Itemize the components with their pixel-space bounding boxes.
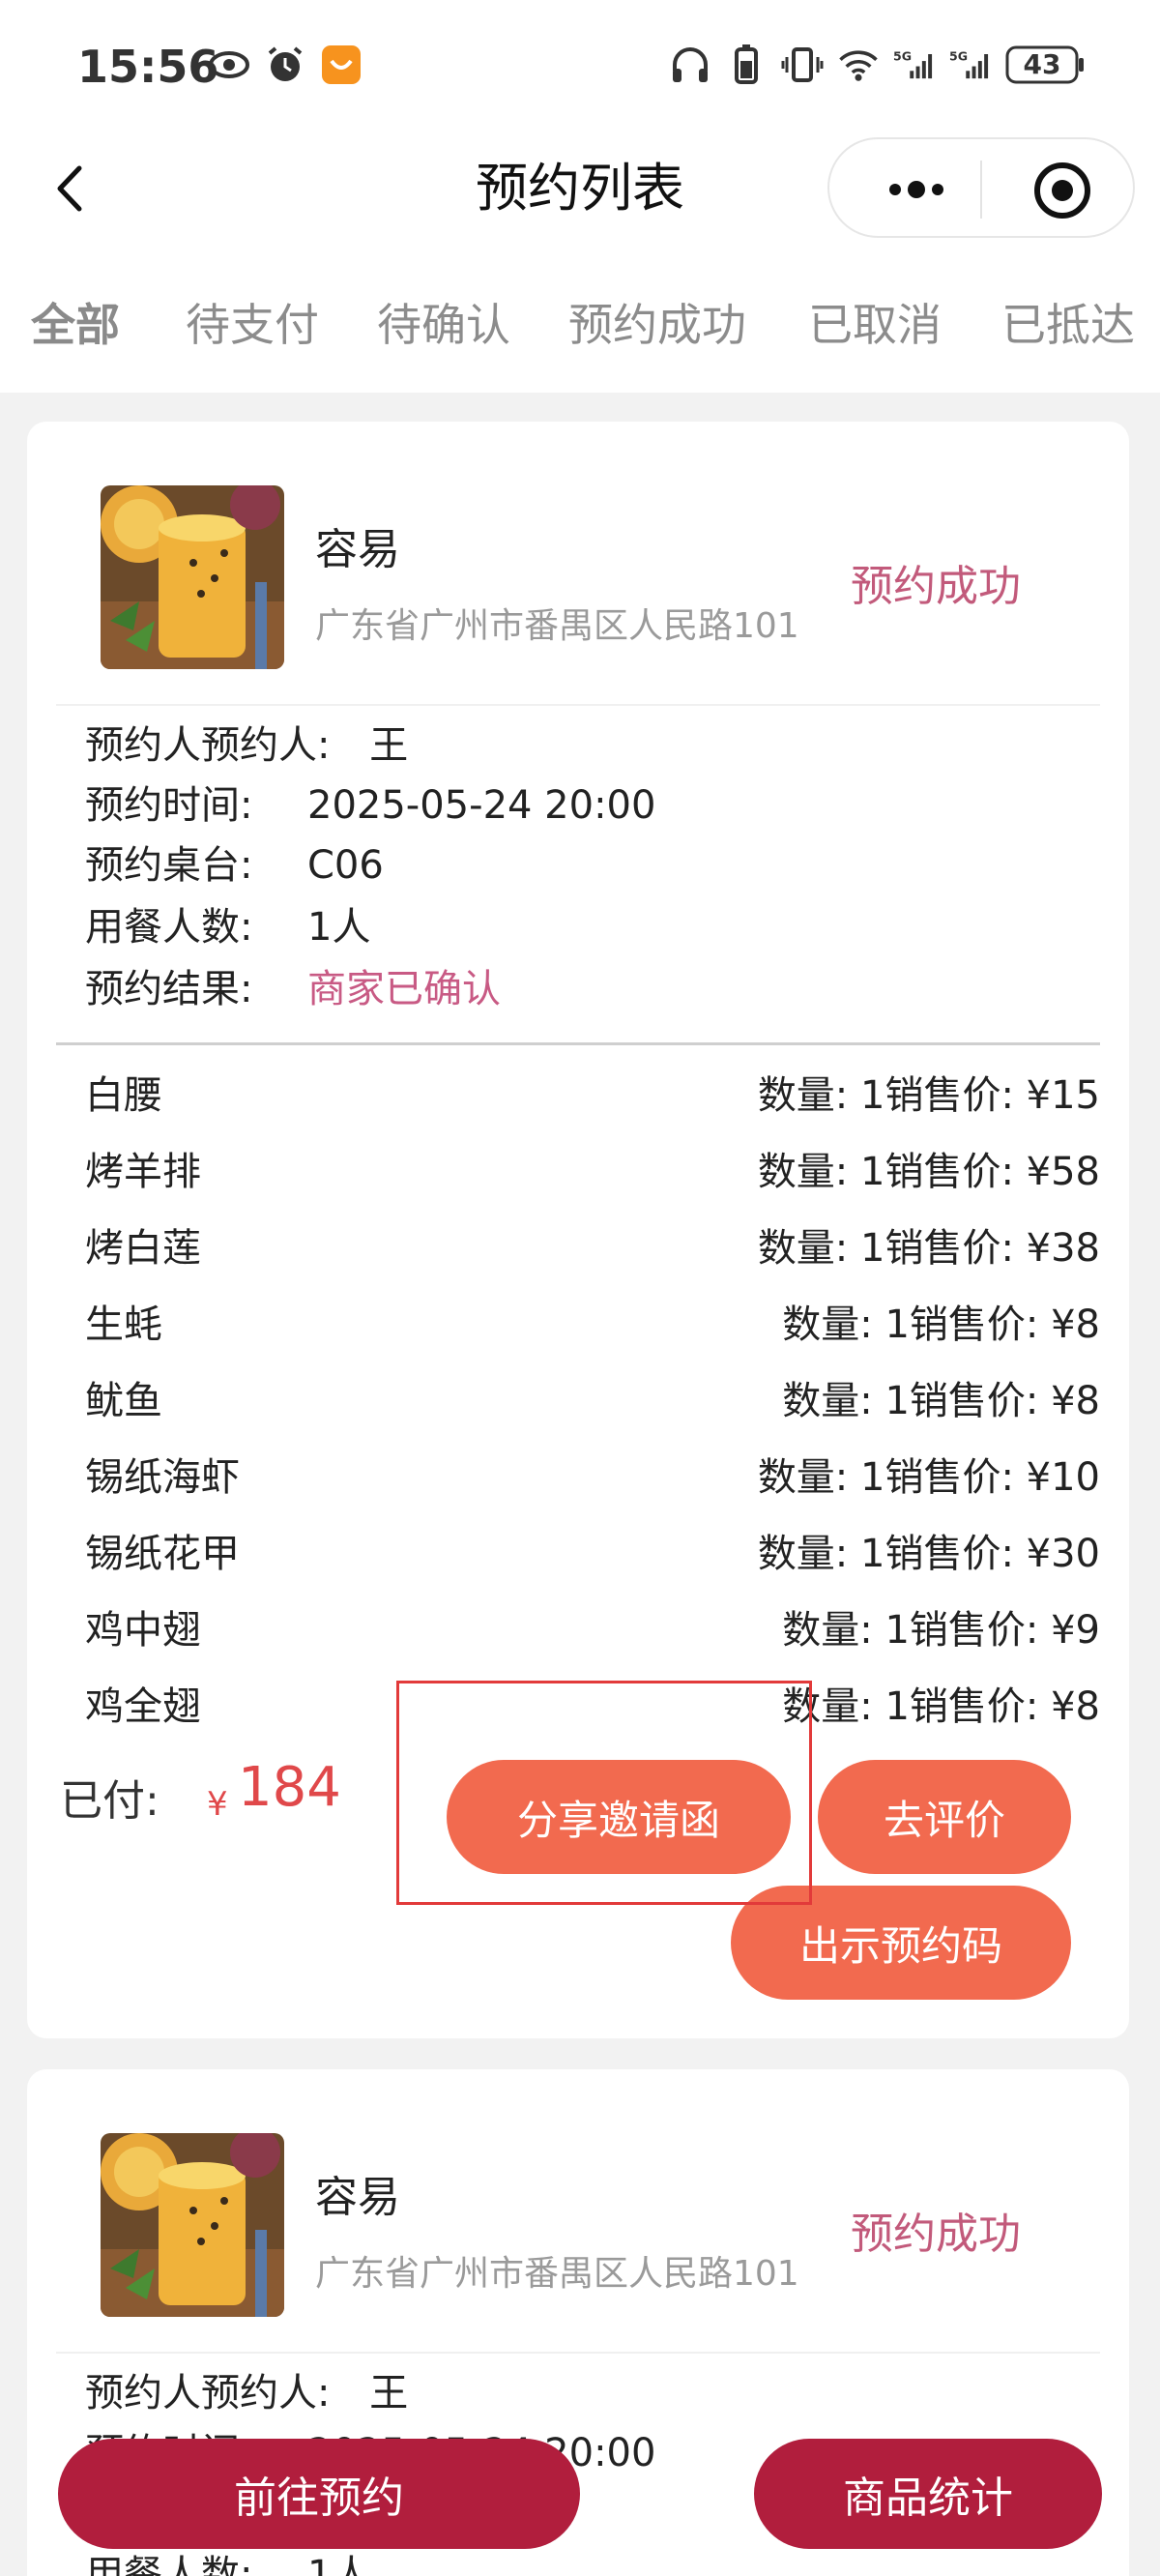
tab-all[interactable]: 全部 [31,290,120,354]
result-value: 商家已确认 [307,967,501,1011]
close-target-icon[interactable] [1030,159,1094,222]
battery-saver-icon [725,44,768,86]
table-value: C06 [307,843,384,888]
item-name: 生蚝 [85,1303,162,1347]
item-quantity-price: 数量: 1销售价: ¥9 [782,1608,1100,1653]
item-quantity-price: 数量: 1销售价: ¥15 [757,1073,1100,1118]
tab-booked[interactable]: 预约成功 [568,290,746,354]
svg-text:5G: 5G [949,48,968,63]
order-status: 预约成功 [851,2210,1021,2259]
nav-bar: 预约列表 [0,135,1160,242]
item-name: 鸡全翅 [85,1684,201,1729]
svg-text:5G: 5G [893,48,912,63]
paid-label: 已付: [60,1776,160,1826]
tab-pending-payment[interactable]: 待支付 [186,290,319,354]
shop-address: 广东省广州市番禺区人民路101 [315,606,799,646]
paid-currency: ¥ [207,1785,228,1824]
table-label: 预约桌台: [85,843,253,888]
items-divider [56,1042,1100,1045]
more-icon[interactable] [878,170,955,209]
item-name: 烤羊排 [85,1150,201,1194]
tab-arrived[interactable]: 已抵达 [1001,290,1135,354]
booker-value: 王 [369,2371,409,2415]
shop-name: 容易 [315,2173,400,2222]
result-label: 预约结果: [85,967,253,1011]
item-quantity-price: 数量: 1销售价: ¥38 [757,1226,1100,1271]
status-bar: 15:56 5G 5G 43 [0,0,1160,135]
status-tabs: 全部 待支付 待确认 预约成功 已取消 已抵达 [0,242,1160,393]
eye-icon [208,44,250,86]
guests-row: 用餐人数: 1人 [85,895,370,951]
divider [56,704,1100,706]
wifi-icon [837,44,880,86]
battery-level: 43 [1023,48,1061,80]
guests-label: 用餐人数: [85,905,253,950]
item-name: 鱿鱼 [85,1379,162,1423]
item-quantity-price: 数量: 1销售价: ¥10 [757,1455,1100,1500]
tab-cancelled[interactable]: 已取消 [808,290,942,354]
time-row: 预约时间: 2025-05-24 20:00 [85,774,655,830]
result-row: 预约结果: 商家已确认 [85,957,501,1013]
order-status: 预约成功 [851,562,1021,611]
item-quantity-price: 数量: 1销售价: ¥8 [782,1684,1100,1729]
shop-image [101,2133,284,2317]
item-quantity-price: 数量: 1销售价: ¥8 [782,1303,1100,1347]
time-label: 预约时间: [85,783,253,828]
shop-address: 广东省广州市番禺区人民路101 [315,2254,799,2294]
vibrate-icon [781,44,824,86]
item-name: 锡纸海虾 [85,1455,240,1500]
status-icons-left [208,44,362,86]
item-name: 烤白莲 [85,1226,201,1271]
item-name: 白腰 [85,1073,162,1118]
status-icons-right: 5G 5G 43 [669,44,1087,86]
time-value: 2025-05-24 20:00 [307,783,656,828]
booker-row: 预约人预约人: 王 [85,714,408,770]
paid-amount: 184 [238,1756,341,1819]
battery-icon: 43 [1005,44,1087,86]
capsule-divider [980,161,982,219]
review-button[interactable]: 去评价 [818,1760,1071,1874]
shop-name: 容易 [315,525,400,574]
guests-value: 1人 [307,2553,371,2576]
booker-label: 预约人预约人: [85,2371,331,2415]
5g-signal-icon: 5G [893,44,936,86]
guests-value: 1人 [307,905,371,950]
item-quantity-price: 数量: 1销售价: ¥8 [782,1379,1100,1423]
go-book-button[interactable]: 前往预约 [58,2439,580,2549]
alarm-icon [264,44,306,86]
status-time: 15:56 [77,41,219,93]
item-quantity-price: 数量: 1销售价: ¥58 [757,1150,1100,1194]
tab-pending-confirm[interactable]: 待确认 [377,290,510,354]
shop-image [101,485,284,669]
table-row: 预约桌台: C06 [85,834,384,890]
item-name: 鸡中翅 [85,1608,201,1653]
booker-row: 预约人预约人: 王 [85,2361,408,2417]
5g-signal-icon: 5G [949,44,992,86]
booker-label: 预约人预约人: [85,723,331,768]
product-stats-button[interactable]: 商品统计 [754,2439,1102,2549]
booker-value: 王 [369,723,409,768]
highlight-box [396,1681,812,1905]
divider [56,2352,1100,2354]
item-quantity-price: 数量: 1销售价: ¥30 [757,1532,1100,1576]
item-name: 锡纸花甲 [85,1532,240,1576]
headphones-icon [669,44,711,86]
app-badge-icon [320,44,362,86]
mini-program-capsule [827,137,1135,238]
